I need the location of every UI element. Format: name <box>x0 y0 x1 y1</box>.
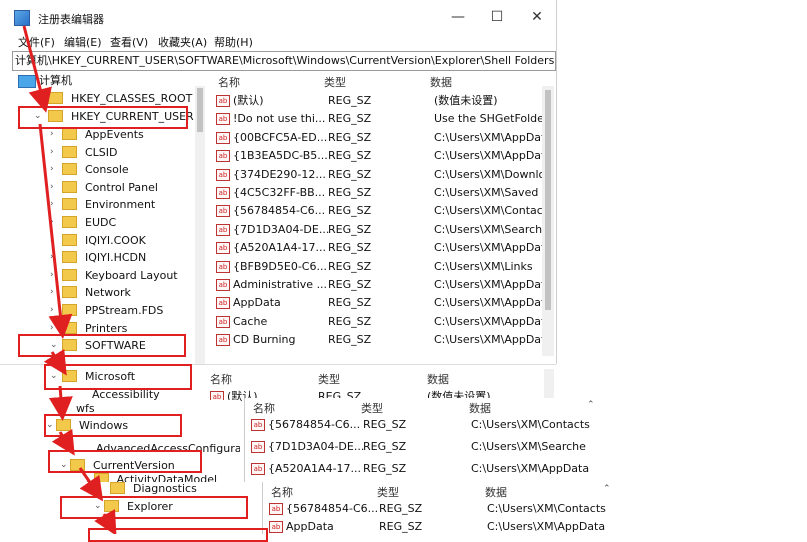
arrow-to-software <box>38 123 73 339</box>
arrow-to-windows <box>48 385 73 421</box>
guide-arrows <box>22 25 117 534</box>
arrow-to-hkcu <box>22 25 52 113</box>
arrow-to-shell-folders <box>94 509 117 534</box>
arrow-to-explorer <box>78 467 104 502</box>
arrow-to-microsoft <box>43 348 67 376</box>
arrow-to-currentversion <box>51 428 75 456</box>
